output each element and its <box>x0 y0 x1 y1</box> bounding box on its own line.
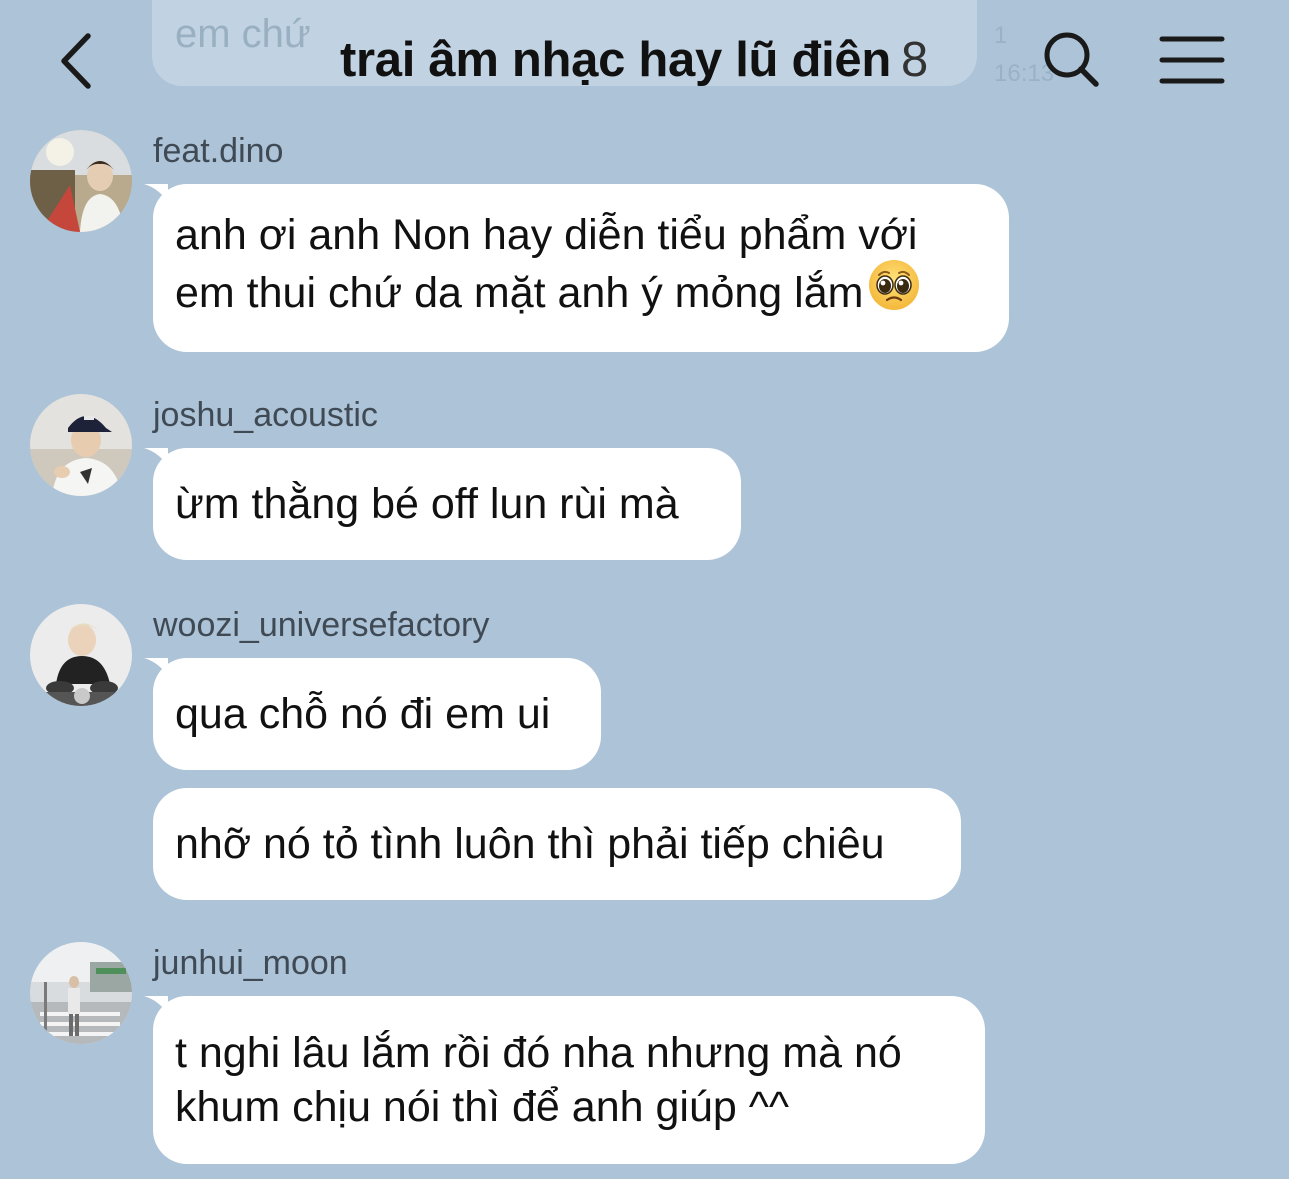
message-line: anh ơi anh Non hay diễn tiểu phẩm với <box>175 210 918 259</box>
message-line: khum chịu nói thì để anh giúp ^^ <box>175 1083 790 1131</box>
avatar-photo <box>30 394 132 496</box>
message-bubble[interactable]: anh ơi anh Non hay diễn tiểu phẩm với em… <box>153 184 1009 352</box>
avatar-junhui-moon[interactable] <box>30 942 132 1044</box>
search-button[interactable] <box>1040 28 1104 92</box>
sender-name: junhui_moon <box>153 944 348 982</box>
faded-read-count: 1 <box>994 22 1008 49</box>
chevron-left-icon <box>61 33 91 89</box>
avatar-photo <box>30 942 132 1044</box>
pleading-face-icon <box>867 258 921 325</box>
message-line: em thui chứ da mặt anh ý mỏng lắm <box>175 268 864 317</box>
message-line-with-emoji: em thui chứ da mặt anh ý mỏng lắm <box>175 259 987 329</box>
hamburger-menu-icon <box>1159 36 1225 84</box>
menu-button[interactable] <box>1158 34 1228 86</box>
chat-title: trai âm nhạc hay lũ điên 8 <box>340 32 928 88</box>
message-line: nhỡ nó tỏ tình luôn thì phải tiếp chiêu <box>175 820 885 868</box>
avatar-joshu-acoustic[interactable] <box>30 394 132 496</box>
message-line: ừm thằng bé off lun rùi mà <box>175 480 679 528</box>
member-count: 8 <box>901 33 928 87</box>
avatar-woozi-universefactory[interactable] <box>30 604 132 706</box>
message-line: qua chỗ nó đi em ui <box>175 690 551 738</box>
sender-name: woozi_universefactory <box>153 606 490 644</box>
message-bubble[interactable]: qua chỗ nó đi em ui <box>153 658 601 770</box>
message-bubble[interactable]: t nghi lâu lắm rồi đó nha nhưng mà nó kh… <box>153 996 985 1164</box>
message-bubble[interactable]: ừm thằng bé off lun rùi mà <box>153 448 741 560</box>
search-icon <box>1044 32 1099 87</box>
message-bubble[interactable]: nhỡ nó tỏ tình luôn thì phải tiếp chiêu <box>153 788 961 900</box>
avatar-photo <box>30 130 132 232</box>
back-button[interactable] <box>48 26 108 96</box>
avatar-feat-dino[interactable] <box>30 130 132 232</box>
sender-name: feat.dino <box>153 132 284 170</box>
chat-header: em chứ 1 16:13 trai âm nhạc hay lũ điên 8 <box>0 0 1289 120</box>
avatar-photo <box>30 604 132 706</box>
message-line: t nghi lâu lắm rồi đó nha nhưng mà nó <box>175 1029 902 1077</box>
chat-title-text: trai âm nhạc hay lũ điên <box>340 33 892 87</box>
faded-previous-message-text: em chứ <box>175 12 311 56</box>
sender-name: joshu_acoustic <box>153 396 378 434</box>
